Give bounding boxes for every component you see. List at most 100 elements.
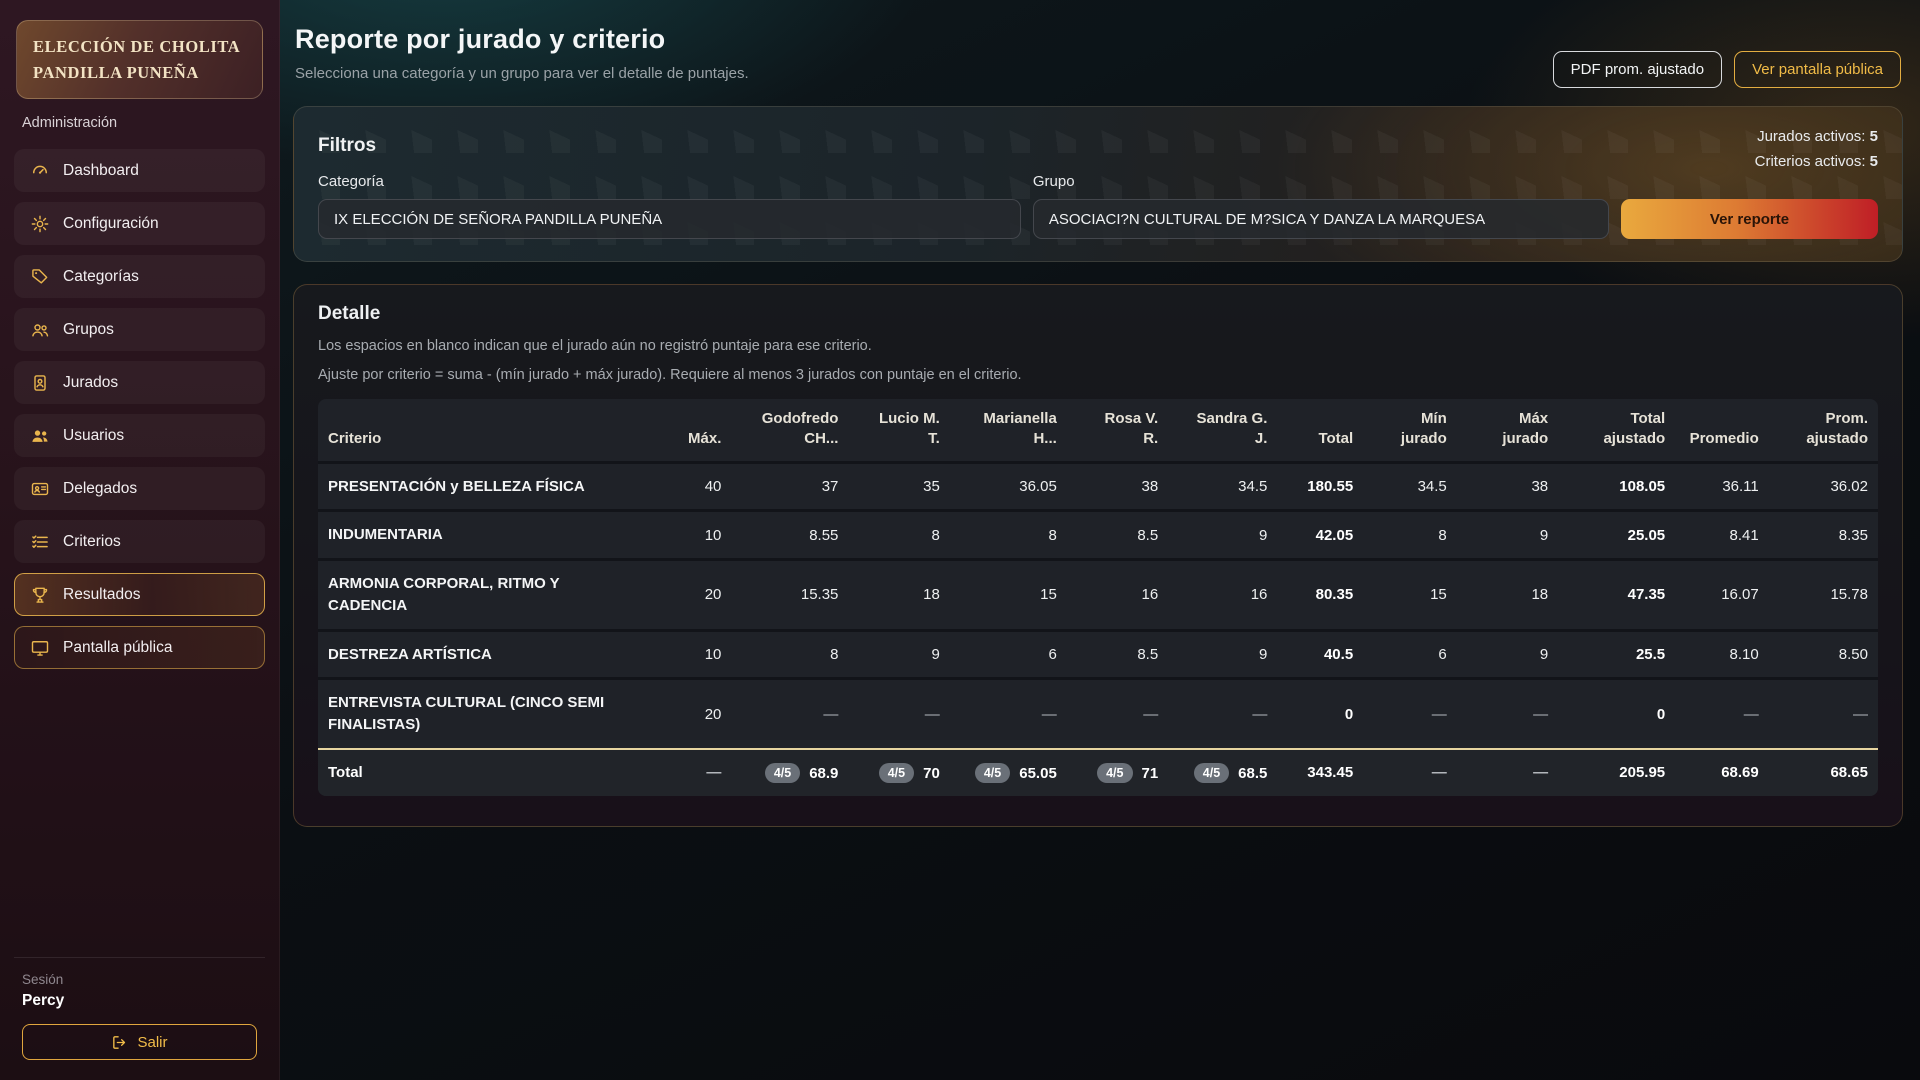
score-cell: 38 [1457,462,1558,511]
total-cell: — [646,749,732,796]
total-cell: 4/571 [1067,749,1168,796]
score-cell: 34.5 [1168,462,1277,511]
total-cell: — [1457,749,1558,796]
total-cell: 4/568.9 [731,749,848,796]
category-select[interactable] [318,199,1021,239]
jury-count-badge: 4/5 [879,763,914,783]
table-body: PRESENTACIÓN y BELLEZA FÍSICA40373536.05… [318,462,1878,749]
sidebar-item-label: Dashboard [63,162,139,180]
session-label: Sesión [22,972,257,987]
score-cell: 25.05 [1558,511,1675,560]
score-cell: 8.5 [1067,630,1168,679]
trophy-icon [30,585,50,605]
sidebar-item-configuracion[interactable]: Configuración [14,202,265,245]
tag-icon [30,267,50,287]
sidebar-item-label: Resultados [63,586,141,604]
groups-icon [30,320,50,340]
group-label: Grupo [1033,173,1609,190]
score-cell: 8.55 [731,511,848,560]
page-subtitle: Selecciona una categoría y un grupo para… [295,65,749,82]
table-row: PRESENTACIÓN y BELLEZA FÍSICA40373536.05… [318,462,1878,511]
score-cell: 9 [1457,511,1558,560]
score-cell: 6 [950,630,1067,679]
session-block: Sesión Percy Salir [14,957,265,1060]
total-label-cell: Total [318,749,646,796]
score-cell: 37 [731,462,848,511]
sidebar-section-label: Administración [22,115,257,131]
gauge-icon [30,161,50,181]
session-user: Percy [22,992,257,1010]
total-cell: — [1363,749,1457,796]
score-cell: 8.35 [1769,511,1878,560]
criterion-cell: INDUMENTARIA [318,511,646,560]
score-cell: 36.05 [950,462,1067,511]
score-cell: 35 [848,462,949,511]
scores-table: CriterioMáx.GodofredoCH...Lucio M.T.Mari… [318,399,1878,796]
sidebar-item-grupos[interactable]: Grupos [14,308,265,351]
column-header: Totalajustado [1558,399,1675,462]
score-cell: 16 [1067,560,1168,631]
app-logo: ELECCIÓN DE CHOLITA PANDILLA PUNEÑA [16,20,263,99]
checklist-icon [30,532,50,552]
score-cell: 108.05 [1558,462,1675,511]
sidebar-item-resultados[interactable]: Resultados [14,573,265,616]
score-cell: 8.41 [1675,511,1769,560]
column-header: Mínjurado [1363,399,1457,462]
score-cell: — [1168,679,1277,749]
score-cell: 40.5 [1277,630,1363,679]
sidebar-nav: Dashboard Configuración Categorías Grupos Ju… [14,149,265,669]
score-cell: 0 [1558,679,1675,749]
criterios-activos-stat: Criterios activos: 5 [1755,150,1878,175]
ver-reporte-button[interactable]: Ver reporte [1621,199,1878,239]
sidebar-item-dashboard[interactable]: Dashboard [14,149,265,192]
sidebar-item-usuarios[interactable]: Usuarios [14,414,265,457]
score-cell: 8.10 [1675,630,1769,679]
score-cell: 8 [731,630,848,679]
sidebar-item-label: Configuración [63,215,159,233]
criterion-cell: PRESENTACIÓN y BELLEZA FÍSICA [318,462,646,511]
criterion-cell: ENTREVISTA CULTURAL (CINCO SEMI FINALIST… [318,679,646,749]
score-cell: 8 [950,511,1067,560]
page-header: Reporte por jurado y criterio Selecciona… [293,22,1903,88]
score-cell: 0 [1277,679,1363,749]
table-row: DESTREZA ARTÍSTICA108968.5940.56925.58.1… [318,630,1878,679]
score-cell: 6 [1363,630,1457,679]
column-header: Promedio [1675,399,1769,462]
public-screen-button[interactable]: Ver pantalla pública [1734,51,1901,88]
score-cell: 8 [848,511,949,560]
sidebar-item-jurados[interactable]: Jurados [14,361,265,404]
header-actions: PDF prom. ajustado Ver pantalla pública [1553,51,1901,88]
column-header: GodofredoCH... [731,399,848,462]
score-cell: 15.78 [1769,560,1878,631]
logout-button[interactable]: Salir [22,1024,257,1060]
main-content: Reporte por jurado y criterio Selecciona… [280,0,1920,1080]
sidebar-item-label: Delegados [63,480,137,498]
jurados-activos-stat: Jurados activos: 5 [1755,125,1878,150]
jury-count-badge: 4/5 [765,763,800,783]
sidebar-item-criterios[interactable]: Criterios [14,520,265,563]
page-title: Reporte por jurado y criterio [295,24,749,55]
sidebar-item-pantalla-publica[interactable]: Pantalla pública [14,626,265,669]
score-cell: 9 [1168,511,1277,560]
sidebar-item-delegados[interactable]: Delegados [14,467,265,510]
logout-label: Salir [137,1034,167,1051]
score-cell: 18 [848,560,949,631]
pdf-button[interactable]: PDF prom. ajustado [1553,51,1722,88]
score-cell: 36.02 [1769,462,1878,511]
total-cell: 205.95 [1558,749,1675,796]
score-cell: 8.50 [1769,630,1878,679]
column-header: Criterio [318,399,646,462]
score-cell: 20 [646,560,732,631]
users-icon [30,426,50,446]
score-cell: — [1769,679,1878,749]
table-row: INDUMENTARIA108.55888.5942.058925.058.41… [318,511,1878,560]
score-cell: — [1457,679,1558,749]
sidebar-item-categorias[interactable]: Categorías [14,255,265,298]
criterion-cell: DESTREZA ARTÍSTICA [318,630,646,679]
score-cell: — [1675,679,1769,749]
score-cell: 9 [1168,630,1277,679]
score-cell: 18 [1457,560,1558,631]
filters-title: Filtros [318,135,1878,157]
group-select[interactable] [1033,199,1609,239]
column-header: Prom.ajustado [1769,399,1878,462]
